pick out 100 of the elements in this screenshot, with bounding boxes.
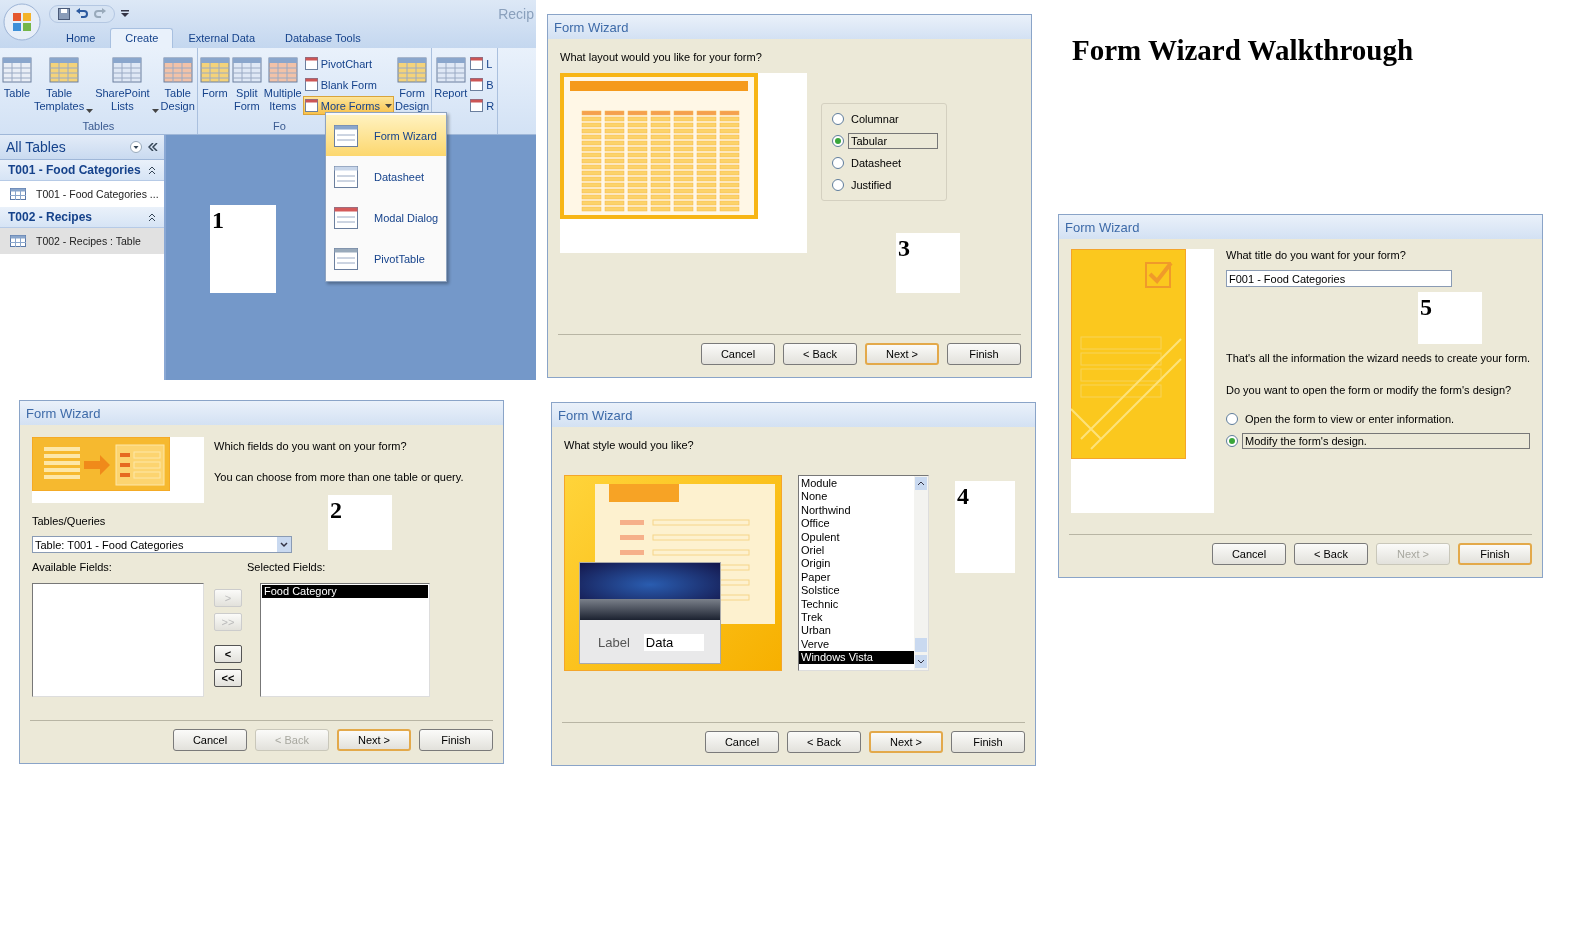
list-item[interactable]: Verve [799, 637, 914, 652]
table-dropdown[interactable]: Table: T001 - Food Categories [32, 536, 292, 553]
list-item[interactable]: Trek [799, 610, 914, 625]
list-item[interactable]: Office [799, 517, 914, 531]
menu-item[interactable]: Modal Dialog [326, 197, 446, 238]
wizard-button[interactable]: Finish [947, 343, 1021, 365]
wizard-button[interactable]: < Back [783, 343, 857, 365]
prompt-text: Do you want to open the form or modify the form's design? [1226, 384, 1513, 396]
ribbon-small-button[interactable]: L [468, 54, 497, 73]
nav-item[interactable]: T002 - Recipes : Table [0, 228, 164, 254]
small-form-icon [304, 57, 318, 70]
option-label[interactable]: Datasheet [848, 155, 905, 171]
customize-arrow-icon[interactable] [121, 10, 129, 18]
sample-data-field: Data [643, 634, 704, 651]
menu-item[interactable]: PivotTable [326, 238, 446, 279]
ribbon-button[interactable]: Table Design [159, 52, 196, 120]
ribbon-small-button[interactable]: B [468, 75, 497, 94]
option-label[interactable]: Tabular [848, 133, 938, 149]
wizard-button[interactable]: Finish [1458, 543, 1532, 565]
ribbon-tab[interactable]: Home [51, 28, 111, 48]
list-item[interactable]: Origin [799, 557, 914, 571]
list-item[interactable]: Solstice [799, 584, 914, 598]
move-button[interactable]: < [214, 645, 242, 663]
list-item[interactable]: Paper [799, 570, 914, 585]
table-icon [10, 188, 26, 200]
radio-button[interactable] [1226, 435, 1238, 447]
wizard-button[interactable]: Cancel [173, 729, 247, 751]
orb-icon[interactable] [3, 3, 41, 41]
list-item[interactable]: Module [799, 477, 914, 491]
dialog-title: Form Wizard [558, 407, 633, 423]
small-form-icon [470, 57, 484, 70]
dialog-title: Form Wizard [26, 405, 101, 421]
list-item[interactable]: None [799, 490, 914, 504]
wizard-button[interactable]: Next > [337, 729, 411, 751]
wizard-button[interactable]: Finish [419, 729, 493, 751]
ribbon-button[interactable]: Table Templates [33, 52, 95, 120]
ribbon-tab[interactable]: Database Tools [270, 28, 376, 48]
ribbon-button[interactable]: Split Form [230, 52, 263, 120]
question-text: What layout would you like for your form? [560, 51, 763, 63]
save-icon[interactable] [58, 8, 70, 20]
menu-item[interactable]: Form Wizard [326, 115, 446, 156]
ribbon-button[interactable]: Multiple Items [262, 52, 303, 120]
grid-icon [231, 56, 262, 84]
window-icon [334, 247, 358, 270]
nav-group-header[interactable]: T001 - Food Categories [0, 160, 164, 181]
form-title-field[interactable]: F001 - Food Categories [1226, 270, 1452, 287]
list-item[interactable]: Technic [799, 597, 914, 611]
option-label[interactable]: Open the form to view or enter information. [1242, 411, 1458, 427]
radio-button[interactable] [832, 135, 844, 147]
available-fields-list[interactable] [32, 583, 204, 697]
grid-icon [162, 56, 193, 84]
ribbon-small-button[interactable]: Blank Form [302, 75, 394, 94]
option-label[interactable]: Modify the form's design. [1242, 433, 1531, 449]
page-heading: Form Wizard Walkthrough [1072, 34, 1414, 67]
menu-item[interactable]: Datasheet [326, 156, 446, 197]
dropdown-icon[interactable] [130, 141, 142, 153]
wizard-button[interactable]: < Back [1294, 543, 1368, 565]
ribbon-small-button[interactable]: R [468, 96, 497, 115]
ribbon-tab[interactable]: Create [110, 28, 174, 48]
option-label[interactable]: Columnar [848, 111, 902, 127]
style-list[interactable]: Module None Northwind Office Opulent Oriel Origin Paper Solstice Technic Trek Urban Verve Windows Vista [798, 475, 929, 671]
wizard-button[interactable]: Cancel [701, 343, 775, 365]
list-item[interactable]: Urban [799, 624, 914, 638]
grid-icon [111, 56, 142, 84]
radio-button[interactable] [832, 113, 844, 125]
question-text: Which fields do you want on your form? [214, 440, 408, 452]
chevron-icon[interactable] [148, 212, 156, 222]
caret-icon [151, 109, 159, 113]
collapse-icon[interactable] [148, 143, 158, 151]
ribbon-tab[interactable]: External Data [173, 28, 271, 48]
grid-icon [267, 56, 298, 84]
list-item[interactable]: Food Category [262, 585, 428, 598]
radio-button[interactable] [1226, 413, 1238, 425]
undo-icon[interactable] [76, 8, 88, 20]
grid-icon [397, 56, 428, 84]
nav-item[interactable]: T001 - Food Categories ... [0, 181, 164, 207]
radio-button[interactable] [832, 157, 844, 169]
ribbon-button[interactable]: Table [1, 52, 33, 120]
wizard-button[interactable]: Next > [869, 731, 943, 753]
list-item[interactable]: Oriel [799, 543, 914, 558]
radio-button[interactable] [832, 179, 844, 191]
list-item[interactable]: Northwind [799, 503, 914, 518]
scrollbar[interactable] [914, 476, 928, 670]
selected-fields-list[interactable]: Food Category [260, 583, 430, 697]
ribbon-button[interactable]: SharePoint Lists [94, 52, 160, 120]
list-item[interactable]: Opulent [799, 530, 914, 544]
chevron-icon[interactable] [148, 165, 156, 175]
caret-icon [385, 103, 392, 108]
ribbon-button[interactable]: Form [198, 52, 231, 120]
wizard-button[interactable]: < Back [787, 731, 861, 753]
wizard-button[interactable]: Cancel [705, 731, 779, 753]
ribbon-small-button[interactable]: PivotChart [302, 54, 394, 73]
wizard-button[interactable]: Cancel [1212, 543, 1286, 565]
list-item[interactable]: Windows Vista [799, 651, 914, 665]
small-form-icon [304, 78, 318, 91]
move-button[interactable]: << [214, 669, 242, 687]
wizard-button[interactable]: Finish [951, 731, 1025, 753]
wizard-button[interactable]: Next > [865, 343, 939, 365]
option-label[interactable]: Justified [848, 177, 895, 193]
nav-group-header[interactable]: T002 - Recipes [0, 207, 164, 228]
